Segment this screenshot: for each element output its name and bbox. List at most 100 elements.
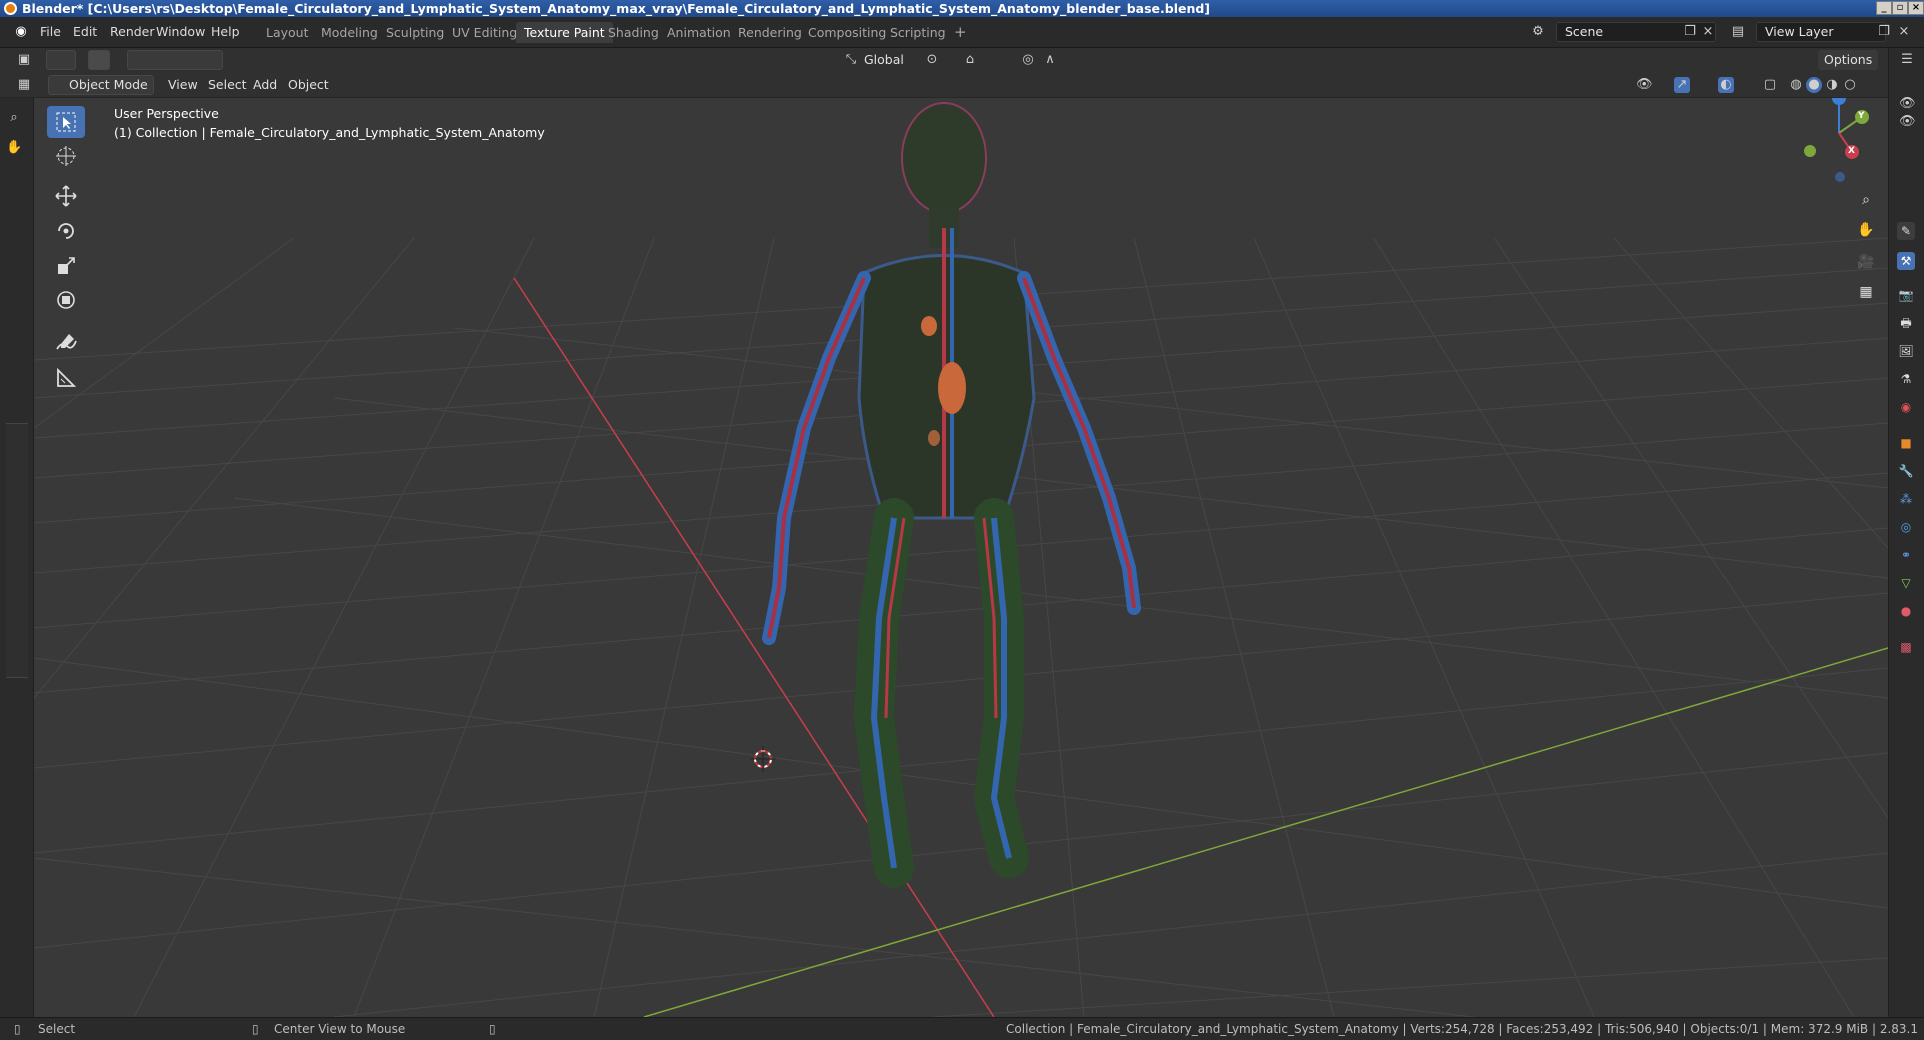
eye-render-icon[interactable]: 👁 (1899, 114, 1916, 130)
cursor-select-icon (56, 112, 76, 132)
pan-hand-icon[interactable]: ✋ (1854, 218, 1878, 242)
menu-render[interactable]: Render (110, 24, 155, 39)
rotate-tool[interactable] (47, 215, 85, 247)
tab-compositing[interactable]: Compositing (800, 22, 894, 43)
menu-object[interactable]: Object (282, 75, 335, 95)
xray-toggle-icon[interactable]: ▢ (1762, 77, 1778, 93)
scale-tool[interactable] (47, 250, 85, 282)
hand-icon[interactable]: ✋ (6, 140, 22, 156)
mouse-left-icon: ▯ (14, 1022, 21, 1036)
blender-logo-icon (4, 2, 17, 15)
close-button[interactable]: × (1908, 1, 1924, 15)
tab-animation[interactable]: Animation (659, 22, 739, 43)
active-tool-props-icon[interactable]: ⚒ (1897, 252, 1915, 270)
tab-texture-paint[interactable]: Texture Paint (516, 22, 613, 43)
orientation-dropdown[interactable]: Global (858, 50, 910, 70)
perspective-label: User Perspective (114, 106, 219, 121)
new-view-layer-icon[interactable]: ❐ (1876, 24, 1892, 40)
pivot-point-icon[interactable]: ⊙ (924, 52, 940, 68)
menu-file[interactable]: File (40, 24, 61, 39)
zoom-icon[interactable]: ⌕ (1854, 188, 1878, 212)
3d-cursor-icon (56, 146, 76, 166)
status-middle-action: Center View to Mouse (274, 1022, 406, 1036)
falloff-icon[interactable]: ∧ (1042, 52, 1058, 68)
world-props-icon[interactable]: ◉ (1897, 398, 1915, 416)
editor-type-icon[interactable]: ▣ (16, 52, 32, 68)
menu-help[interactable]: Help (211, 24, 240, 39)
maximize-button[interactable]: ▫ (1892, 1, 1908, 15)
menu-edit[interactable]: Edit (73, 24, 97, 39)
material-props-icon[interactable]: ● (1897, 602, 1915, 620)
move-tool[interactable] (47, 180, 85, 212)
menu-add[interactable]: Add (247, 75, 283, 95)
object-mode-label: Object Mode (69, 77, 148, 92)
ortho-grid-icon[interactable]: ▦ (1854, 280, 1878, 304)
menu-window[interactable]: Window (156, 24, 205, 39)
add-workspace-button[interactable]: + (946, 22, 975, 43)
mouse-right-icon: ▯ (489, 1022, 496, 1036)
gizmo-toggle-icon[interactable]: ↗ (1674, 77, 1690, 93)
proportional-editing-icon[interactable]: ◎ (1020, 52, 1036, 68)
top-bar: ◉ File Edit Render Window Help Layout Mo… (0, 17, 1924, 48)
new-scene-icon[interactable]: ❐ (1682, 24, 1698, 40)
particles-props-icon[interactable]: ⁂ (1897, 490, 1915, 508)
selection-mode-group[interactable] (127, 50, 223, 70)
tab-layout[interactable]: Layout (258, 22, 317, 43)
active-tool-button[interactable] (88, 50, 110, 70)
delete-scene-icon[interactable]: × (1700, 24, 1716, 40)
transform-icon (57, 291, 75, 309)
view-layer-props-icon[interactable]: 🖼 (1897, 342, 1915, 360)
eye-icon[interactable]: 👁 (1899, 96, 1916, 112)
wireframe-shading-icon[interactable]: ◍ (1788, 77, 1804, 93)
collection-label: (1) Collection | Female_Circulatory_and_… (114, 125, 545, 140)
gizmo-y-label: Y (1858, 111, 1865, 121)
visibility-icon[interactable]: 👁 (1636, 77, 1653, 93)
render-props-icon[interactable]: 📷 (1897, 286, 1915, 304)
view-layer-field[interactable]: View Layer (1756, 22, 1886, 42)
annotate-tool[interactable] (47, 326, 85, 358)
tab-shading[interactable]: Shading (600, 22, 667, 43)
tool-props-icon[interactable]: ✎ (1897, 222, 1915, 240)
select-box-tool[interactable] (47, 106, 85, 138)
side-scrollbar[interactable] (6, 423, 28, 678)
tab-scripting[interactable]: Scripting (882, 22, 954, 43)
texture-grid-icon[interactable]: ▦ (16, 77, 32, 93)
tab-uv-editing[interactable]: UV Editing (444, 22, 525, 43)
physics-props-icon[interactable]: ◎ (1897, 518, 1915, 536)
camera-view-icon[interactable]: 🎥 (1854, 250, 1878, 274)
tool-settings-dropdown[interactable] (46, 50, 76, 70)
status-stats: Collection | Female_Circulatory_and_Lymp… (1006, 1022, 1918, 1036)
measure-tool[interactable] (47, 362, 85, 394)
mouse-middle-icon: ▯ (252, 1022, 259, 1036)
snap-icon[interactable]: ⌂ (962, 52, 978, 68)
output-props-icon[interactable]: 🖶 (1897, 314, 1915, 332)
object-mode-dropdown[interactable]: Object Mode (48, 75, 154, 95)
object-props-icon[interactable]: ■ (1897, 434, 1915, 452)
material-shading-icon[interactable]: ◑ (1824, 77, 1840, 93)
zoom-region-icon[interactable]: ⌕ (6, 110, 22, 126)
tab-sculpting[interactable]: Sculpting (378, 22, 452, 43)
texture-props-icon[interactable]: ▩ (1897, 638, 1915, 656)
options-dropdown[interactable]: Options (1818, 50, 1879, 70)
rendered-shading-icon[interactable]: ○ (1842, 77, 1858, 93)
3d-viewport[interactable]: User Perspective (1) Collection | Female… (34, 98, 1888, 1017)
transform-tool[interactable] (47, 284, 85, 316)
data-props-icon[interactable]: ▽ (1897, 574, 1915, 592)
outliner-icon[interactable]: ☰ (1899, 52, 1915, 68)
cursor-tool[interactable] (47, 140, 85, 172)
modifier-props-icon[interactable]: 🔧 (1897, 462, 1915, 480)
menu-select[interactable]: Select (202, 75, 253, 95)
constraints-props-icon[interactable]: ⚭ (1897, 546, 1915, 564)
blender-menu-icon[interactable]: ◉ (13, 24, 29, 40)
viewport-header: ▦ Object Mode View Select Add Object 👁 ↗… (0, 73, 1924, 98)
scene-icon[interactable]: ⚙ (1530, 24, 1546, 40)
solid-shading-icon[interactable]: ● (1806, 77, 1822, 93)
delete-view-layer-icon[interactable]: × (1896, 24, 1912, 40)
minimize-button[interactable]: _ (1876, 1, 1892, 15)
overlays-toggle-icon[interactable]: ◐ (1718, 77, 1734, 93)
view-layer-icon[interactable]: ▤ (1730, 24, 1746, 40)
scene-props-icon[interactable]: ⚗ (1897, 370, 1915, 388)
tab-modeling[interactable]: Modeling (313, 22, 386, 43)
menu-view[interactable]: View (162, 75, 204, 95)
tab-rendering[interactable]: Rendering (730, 22, 810, 43)
